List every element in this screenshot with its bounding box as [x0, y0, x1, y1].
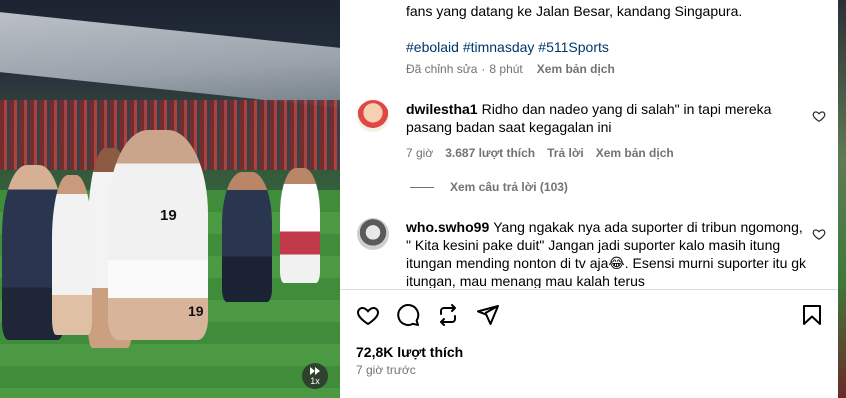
view-replies-button[interactable]: Xem câu trả lời (103): [410, 180, 568, 194]
stadium-roof: [0, 10, 340, 110]
caption-meta: Đã chỉnh sửa · 8 phút Xem bản dịch: [406, 62, 615, 76]
view-replies-label: Xem câu trả lời (103): [450, 180, 568, 194]
edited-label: Đã chỉnh sửa: [406, 62, 478, 76]
separator-dot: ·: [481, 62, 486, 76]
caption-text: fans yang datang ke Jalan Besar, kandang…: [406, 3, 743, 19]
post-media-video[interactable]: 19 19 1x: [0, 0, 340, 398]
share-icon[interactable]: [476, 303, 500, 327]
comment-translate-link[interactable]: Xem bản dịch: [596, 146, 674, 160]
comment-icon[interactable]: [396, 303, 420, 327]
reply-button[interactable]: Trả lời: [547, 146, 584, 160]
heart-icon[interactable]: [812, 227, 826, 241]
replies-divider: [410, 186, 434, 188]
likes-count[interactable]: 72,8K lượt thích: [356, 344, 463, 360]
player: [280, 168, 320, 283]
comment-username[interactable]: who.swho99: [406, 219, 489, 235]
post-timestamp: 7 giờ trước: [356, 363, 416, 377]
caption-age: 8 phút: [489, 62, 523, 76]
comment-likes[interactable]: 3.687 lượt thích: [445, 146, 535, 160]
avatar[interactable]: [357, 218, 389, 250]
speed-label: 1x: [310, 376, 320, 386]
caption-hashtags[interactable]: #ebolaid #timnasday #511Sports: [406, 38, 609, 56]
player: [222, 172, 272, 302]
heart-icon[interactable]: [812, 109, 826, 123]
jersey-number-shorts: 19: [188, 303, 204, 319]
player: [52, 175, 92, 335]
jersey-number: 19: [160, 207, 177, 224]
comment: who.swho99 Yang ngakak nya ada suporter d…: [406, 218, 811, 288]
bookmark-icon[interactable]: [800, 303, 824, 327]
background-page-strip: [838, 0, 846, 398]
comment: dwilestha1 Ridho dan nadeo yang di salah"…: [406, 100, 811, 136]
playback-speed-button[interactable]: 1x: [302, 363, 328, 389]
heart-icon[interactable]: [356, 303, 380, 327]
avatar[interactable]: [357, 100, 389, 132]
comment-username[interactable]: dwilestha1: [406, 101, 478, 117]
translate-link[interactable]: Xem bản dịch: [537, 62, 615, 76]
speed-icon: [310, 367, 320, 375]
action-bar: [340, 289, 838, 339]
comment-meta: 7 giờ 3.687 lượt thích Trả lời Xem bản d…: [406, 146, 674, 160]
comment-time: 7 giờ: [406, 146, 434, 160]
post-side-panel: fans yang datang ke Jalan Besar, kandang…: [340, 0, 838, 398]
repost-icon[interactable]: [436, 303, 460, 327]
